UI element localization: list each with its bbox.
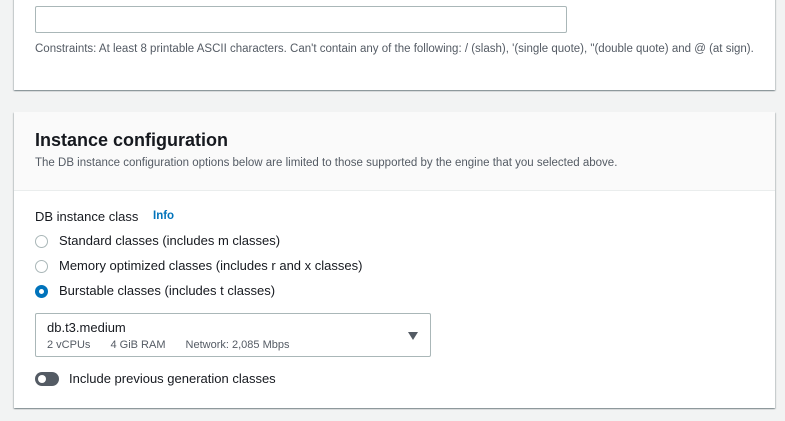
- instance-class-tags: 2 vCPUs 4 GiB RAM Network: 2,085 Mbps: [47, 339, 306, 351]
- caret-down-icon: [408, 332, 418, 340]
- panel-description: The DB instance configuration options be…: [35, 157, 618, 169]
- panel-title: Instance configuration: [35, 130, 229, 150]
- radio-button-selected-icon[interactable]: [35, 285, 48, 298]
- instance-configuration-panel: Instance configuration The DB instance c…: [14, 112, 775, 408]
- radio-label: Burstable classes (includes t classes): [59, 283, 276, 298]
- radio-button-icon[interactable]: [35, 260, 48, 273]
- vcpus-tag: 2 vCPUs: [47, 339, 91, 351]
- radio-button-icon[interactable]: [35, 235, 48, 248]
- toggle-label: Include previous generation classes: [69, 371, 276, 386]
- panel-header: Instance configuration The DB instance c…: [14, 112, 775, 191]
- radio-label: Memory optimized classes (includes r and…: [59, 258, 363, 273]
- network-tag: Network: 2,085 Mbps: [185, 339, 290, 351]
- ram-tag: 4 GiB RAM: [110, 339, 166, 351]
- password-panel: Constraints: At least 8 printable ASCII …: [14, 0, 775, 90]
- info-link[interactable]: Info: [153, 210, 174, 222]
- instance-class-select[interactable]: db.t3.medium 2 vCPUs 4 GiB RAM Network: …: [35, 313, 431, 357]
- selected-instance-class: db.t3.medium: [47, 320, 126, 335]
- confirm-password-input[interactable]: [35, 6, 567, 33]
- toggle-switch[interactable]: [35, 372, 59, 386]
- toggle-knob: [38, 375, 46, 383]
- db-instance-class-label: DB instance class: [35, 209, 139, 224]
- password-constraints: Constraints: At least 8 printable ASCII …: [35, 43, 754, 55]
- radio-label: Standard classes (includes m classes): [59, 233, 281, 248]
